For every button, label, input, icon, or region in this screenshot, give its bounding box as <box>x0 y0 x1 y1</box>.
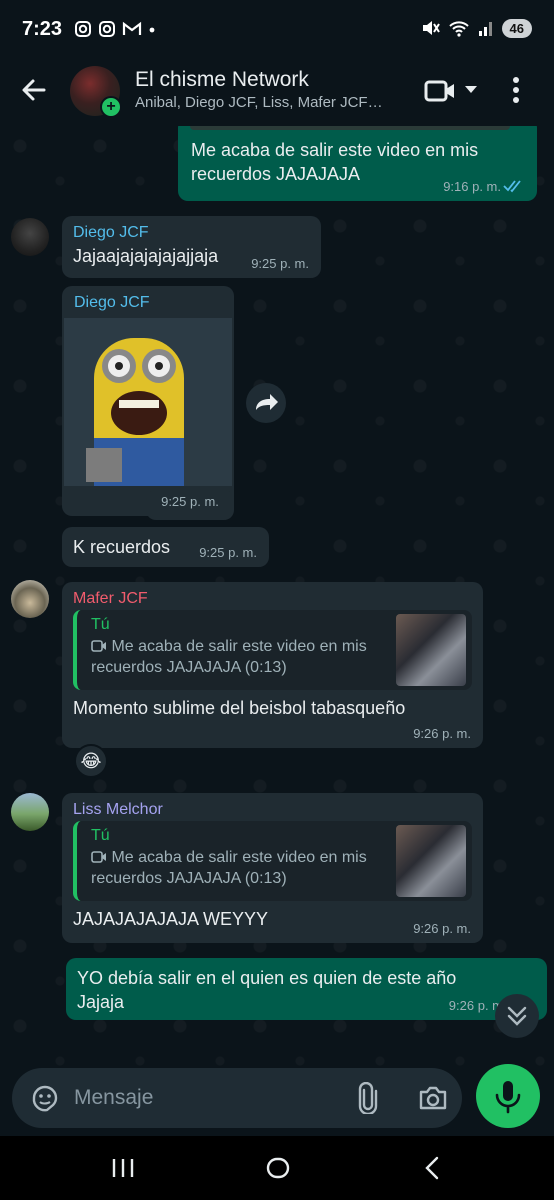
add-member-icon: + <box>100 96 122 118</box>
message-incoming[interactable]: K recuerdos 9:25 p. m. <box>62 527 269 567</box>
quote-thumbnail <box>396 614 466 686</box>
mute-icon <box>422 21 440 35</box>
chat-header: + El chisme Network Anibal, Diego JCF, L… <box>0 60 554 126</box>
attach-icon[interactable] <box>356 1082 380 1114</box>
video-icon <box>91 851 106 863</box>
video-icon <box>91 640 106 652</box>
message-incoming[interactable]: Diego JCF Jajaajajajajajajjaja 9:25 p. m… <box>62 216 321 278</box>
quote-text: Me acaba de salir este video en mis recu… <box>91 847 392 889</box>
voice-message-button[interactable] <box>476 1064 540 1128</box>
avatar[interactable] <box>11 218 49 256</box>
home-icon[interactable] <box>263 1153 293 1183</box>
read-receipt-icon <box>503 180 521 193</box>
dot-icon <box>149 27 155 33</box>
double-chevron-down-icon <box>507 1006 527 1026</box>
message-time: 9:25 p. m. <box>251 256 309 271</box>
message-composer <box>12 1068 462 1128</box>
sticker-icon[interactable] <box>30 1083 60 1113</box>
scroll-to-bottom-button[interactable] <box>495 994 539 1038</box>
message-time: 9:25 p. m. <box>161 494 219 509</box>
battery-indicator: 46 <box>501 18 532 38</box>
wifi-icon <box>448 21 469 37</box>
recent-apps-icon[interactable] <box>108 1153 138 1183</box>
avatar[interactable] <box>11 580 49 618</box>
message-input[interactable] <box>74 1080 334 1116</box>
sender-name: Mafer JCF <box>73 590 148 607</box>
status-bar: 7:23 46 <box>0 0 554 60</box>
sender-name: Liss Melchor <box>73 801 163 818</box>
gif-image[interactable] <box>64 318 232 486</box>
message-time: 9:26 p. m. <box>413 921 471 936</box>
message-time: 9:26 p. m. <box>413 726 471 741</box>
instagram-icon <box>75 21 91 37</box>
message-incoming-reply[interactable]: Mafer JCF Tú Me acaba de salir este vide… <box>62 582 483 748</box>
sender-name: Diego JCF <box>73 224 149 241</box>
notification-icons <box>74 20 156 38</box>
message-outgoing[interactable]: YO debía salir en el quien es quien de e… <box>66 958 547 1020</box>
quote-author: Tú <box>91 827 110 844</box>
message-text: JAJAJAJAJAJA WEYYY <box>73 909 269 929</box>
avatar[interactable] <box>11 793 49 831</box>
signal-icon <box>478 22 492 36</box>
video-call-icon[interactable] <box>424 78 456 104</box>
quote-text: Me acaba de salir este video en mis recu… <box>91 636 392 678</box>
quote-text-content: Me acaba de salir este video en mis recu… <box>91 849 367 887</box>
back-arrow-icon[interactable] <box>18 74 50 106</box>
instagram-icon <box>99 21 115 37</box>
quote-text-content: Me acaba de salir este video en mis recu… <box>91 638 367 676</box>
quote-thumbnail <box>396 825 466 897</box>
message-time: 9:16 p. m. <box>443 179 501 194</box>
video-preview <box>190 126 510 130</box>
gmail-icon <box>122 21 142 35</box>
system-icons: 46 <box>420 18 532 38</box>
status-time: 7:23 <box>22 18 63 40</box>
sender-name: Diego JCF <box>74 294 150 311</box>
quoted-message[interactable]: Tú Me acaba de salir este video en mis r… <box>73 610 472 690</box>
camera-icon[interactable] <box>418 1085 448 1111</box>
back-nav-icon[interactable] <box>418 1153 448 1183</box>
reaction-badge[interactable]: 😂 <box>74 744 108 778</box>
minion-illustration <box>64 318 232 486</box>
message-text: YO debía salir en el quien es quien de e… <box>77 968 457 1012</box>
media-time-pill: 9:25 p. m. <box>146 490 234 520</box>
quoted-message[interactable]: Tú Me acaba de salir este video en mis r… <box>73 821 472 901</box>
system-navigation-bar <box>0 1136 554 1200</box>
message-outgoing[interactable]: Me acaba de salir este video en mis recu… <box>178 126 537 201</box>
message-incoming-media[interactable]: Diego JCF <box>62 286 234 516</box>
message-incoming-reply[interactable]: Liss Melchor Tú Me acaba de salir este v… <box>62 793 483 943</box>
forward-icon[interactable] <box>246 383 286 423</box>
message-list[interactable]: Me acaba de salir este video en mis recu… <box>0 126 554 1136</box>
message-text: Momento sublime del beisbol tabasqueño <box>73 698 406 718</box>
message-time: 9:25 p. m. <box>199 545 257 560</box>
group-title[interactable]: El chisme Network <box>135 68 309 92</box>
group-members[interactable]: Anibal, Diego JCF, Liss, Mafer JCF… <box>135 94 405 111</box>
chevron-down-icon[interactable] <box>464 84 478 96</box>
microphone-icon <box>495 1081 521 1114</box>
more-options-icon[interactable] <box>512 76 520 104</box>
quote-author: Tú <box>91 616 110 633</box>
